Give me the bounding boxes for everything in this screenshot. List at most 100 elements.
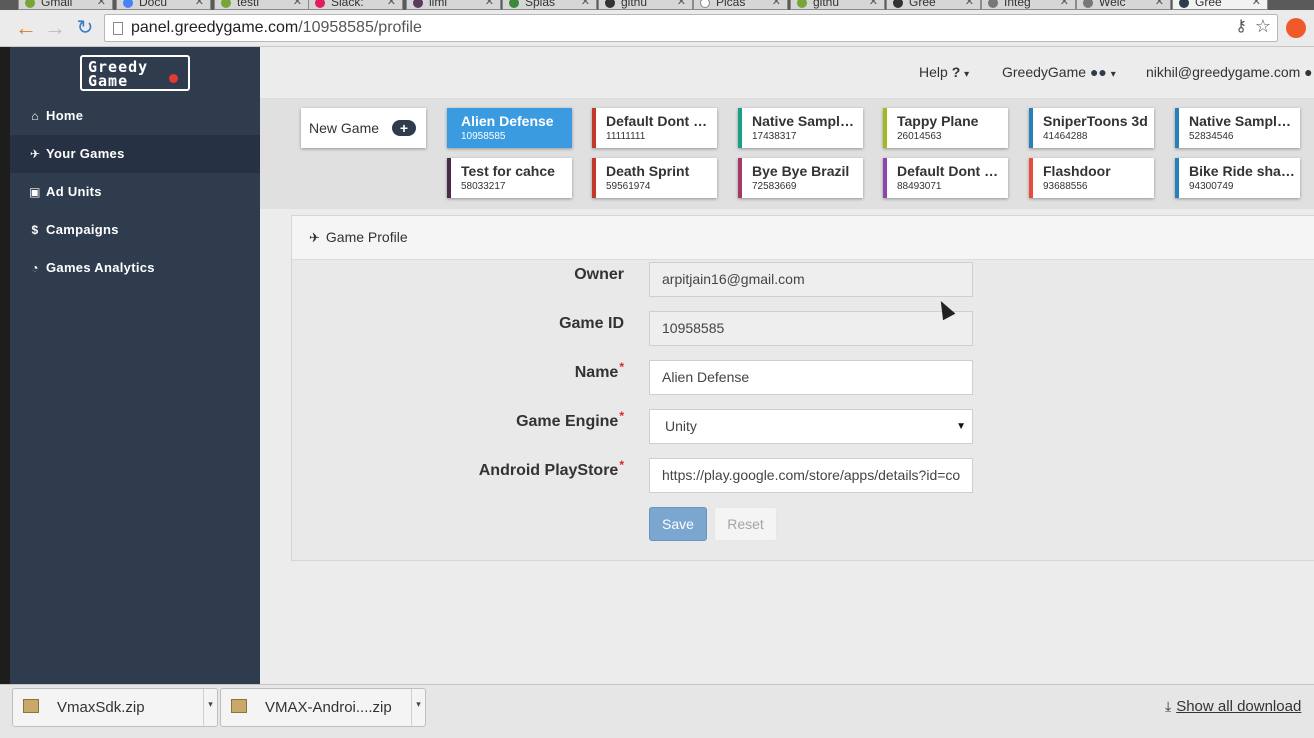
game-card[interactable]: Default Dont re... 88493071 (883, 158, 1008, 198)
welcome-icon (1083, 0, 1093, 8)
greedygame-logo[interactable]: Greedy Game (80, 55, 190, 91)
game-card[interactable]: Tappy Plane 26014563 (883, 108, 1008, 148)
close-icon[interactable]: ✕ (772, 0, 781, 8)
game-engine-label: Game Engine* (516, 409, 624, 430)
game-card[interactable]: Default Dont R... 11111111 (592, 108, 717, 148)
caret-down-icon: ▼ (956, 421, 966, 432)
question-icon: ? (951, 64, 961, 80)
url-path: /10958585/profile (298, 19, 422, 36)
game-card[interactable]: Alien Defense 10958585 (447, 108, 572, 148)
save-button[interactable]: Save (649, 507, 707, 541)
user-icon: ● (1304, 64, 1313, 80)
browser-tab[interactable]: limi ✕ (406, 0, 501, 10)
help-dropdown[interactable]: Help ? ▾ (919, 64, 969, 80)
key-icon[interactable]: ⚷ (1235, 14, 1247, 40)
sidebar-item-games-analytics[interactable]: ◔ Games Analytics (10, 249, 260, 287)
browser-tab[interactable]: githu ✕ (598, 0, 693, 10)
close-icon[interactable]: ✕ (97, 0, 106, 8)
close-icon[interactable]: ✕ (965, 0, 974, 8)
game-card-name: Default Dont R... (606, 113, 712, 129)
caret-down-icon[interactable]: ▾ (411, 689, 425, 726)
game-card[interactable]: SniperToons 3d 41464288 (1029, 108, 1154, 148)
reload-icon[interactable]: ↻ (73, 16, 97, 40)
game-card-id: 41464288 (1043, 131, 1088, 142)
game-card-id: 72583669 (752, 181, 797, 192)
game-card[interactable]: Death Sprint 59561974 (592, 158, 717, 198)
zip-file-icon (23, 699, 39, 713)
download-item[interactable]: VmaxSdk.zip ▾ (12, 688, 218, 727)
image-icon: ▣ (29, 185, 41, 199)
game-card[interactable]: Native Sample ... 52834546 (1175, 108, 1300, 148)
browser-tab[interactable]: Integ ✕ (981, 0, 1076, 10)
games-strip: New Game + Alien Defense 10958585 Default … (260, 99, 1314, 209)
browser-tab[interactable]: Gmail ✕ (18, 0, 113, 10)
close-icon[interactable]: ✕ (485, 0, 494, 8)
caret-down-icon[interactable]: ▾ (203, 689, 217, 726)
game-card[interactable]: Bye Bye Brazil 72583669 (738, 158, 863, 198)
close-icon[interactable]: ✕ (1155, 0, 1164, 8)
new-game-button[interactable]: New Game + (301, 108, 426, 148)
game-card-id: 88493071 (897, 181, 942, 192)
sidebar: Greedy Game ⌂ Home ✈ Your Games ▣ Ad Units … (10, 47, 260, 684)
game-engine-select[interactable]: Unity ▼ (649, 409, 973, 444)
sidebar-item-ad-units[interactable]: ▣ Ad Units (10, 173, 260, 211)
close-icon[interactable]: ✕ (1060, 0, 1069, 8)
game-card-id: 94300749 (1189, 181, 1234, 192)
chrome-icon (221, 0, 231, 8)
game-card[interactable]: Flashdoor 93688556 (1029, 158, 1154, 198)
browser-tab[interactable]: githu ✕ (790, 0, 885, 10)
page: Greedy Game ⌂ Home ✈ Your Games ▣ Ad Units … (10, 47, 1314, 684)
required-mark: * (619, 360, 624, 374)
forward-arrow-icon[interactable]: → (43, 16, 67, 40)
game-card-id: 26014563 (897, 131, 942, 142)
browser-tab[interactable]: Splas ✕ (502, 0, 597, 10)
sidebar-item-campaigns[interactable]: $ Campaigns (10, 211, 260, 249)
gmail-icon (25, 0, 35, 8)
browser-tab-strip: Gmail ✕ Docu ✕ testi ✕ Slack: ✕ limi ✕ Splas ✕… (0, 0, 1314, 10)
game-card-name: SniperToons 3d (1043, 113, 1148, 129)
close-icon[interactable]: ✕ (677, 0, 686, 8)
caret-down-icon: ▾ (1110, 69, 1116, 80)
game-card-name: Death Sprint (606, 163, 690, 179)
docs-icon (123, 0, 133, 8)
user-menu[interactable]: nikhil@greedygame.com ● (1146, 64, 1313, 80)
browser-tab-active[interactable]: Gree ✕ (1172, 0, 1268, 10)
game-card[interactable]: Test for cahce 58033217 (447, 158, 572, 198)
close-icon[interactable]: ✕ (1252, 0, 1261, 8)
back-arrow-icon[interactable]: ← (14, 16, 38, 40)
browser-tab[interactable]: Gree ✕ (886, 0, 981, 10)
browser-tab[interactable]: Docu ✕ (116, 0, 211, 10)
panel-title: Game Profile (325, 229, 408, 245)
game-card[interactable]: Native Sample ... 17438317 (738, 108, 863, 148)
dashboard-icon: ◔ (31, 261, 39, 275)
reset-button[interactable]: Reset (714, 507, 777, 541)
browser-tab[interactable]: Welc ✕ (1076, 0, 1171, 10)
close-icon[interactable]: ✕ (387, 0, 396, 8)
name-input[interactable]: Alien Defense (649, 360, 973, 395)
sidebar-item-home[interactable]: ⌂ Home (10, 97, 260, 135)
download-item[interactable]: VMAX-Androi....zip ▾ (220, 688, 426, 727)
close-icon[interactable]: ✕ (293, 0, 302, 8)
browser-tab[interactable]: Picas ✕ (693, 0, 788, 10)
show-all-downloads-link[interactable]: ⤓ Show all download (1165, 698, 1301, 715)
github-icon (605, 0, 615, 8)
game-id-label: Game ID (559, 315, 624, 332)
org-dropdown[interactable]: GreedyGame ●● ▾ (1002, 64, 1116, 80)
game-card[interactable]: Bike Ride shari... 94300749 (1175, 158, 1300, 198)
browser-tab[interactable]: Slack: ✕ (308, 0, 403, 10)
star-icon[interactable]: ☆ (1255, 13, 1271, 39)
sidebar-item-your-games[interactable]: ✈ Your Games (10, 135, 260, 173)
browser-tab[interactable]: testi ✕ (214, 0, 309, 10)
game-profile-panel: ✈ Game Profile Owner arpitjain16@gmail.co… (291, 215, 1314, 561)
game-card-id: 59561974 (606, 181, 651, 192)
game-card-name: Native Sample ... (1189, 113, 1295, 129)
greedygame-icon (1179, 0, 1189, 8)
android-playstore-input[interactable]: https://play.google.com/store/apps/detai… (649, 458, 973, 493)
address-bar[interactable]: panel.greedygame.com/10958585/profile ⚷ … (104, 14, 1278, 42)
download-icon: ⤓ (1165, 698, 1172, 714)
close-icon[interactable]: ✕ (195, 0, 204, 8)
required-mark: * (619, 409, 624, 423)
close-icon[interactable]: ✕ (869, 0, 878, 8)
extension-icon[interactable] (1286, 18, 1306, 38)
close-icon[interactable]: ✕ (581, 0, 590, 8)
